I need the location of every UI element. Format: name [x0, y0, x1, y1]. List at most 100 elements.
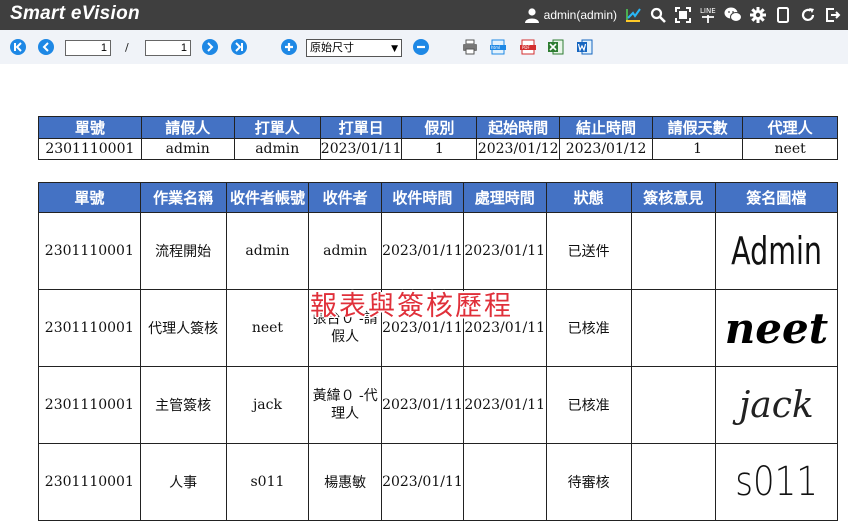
first-page-icon[interactable]	[10, 39, 26, 55]
svg-text:LINE: LINE	[700, 7, 716, 15]
word-icon[interactable]	[577, 39, 593, 55]
table-cell: 2301110001	[38, 212, 141, 290]
app-title: Smart eVision	[10, 3, 140, 24]
col-header: 單號	[38, 182, 141, 213]
col-header: 處理時間	[462, 182, 547, 213]
col-header: 請假天數	[651, 116, 744, 139]
history-table: 單號 作業名稱 收件者帳號 收件者 收件時間 處理時間 狀態 簽核意見 簽名圖檔 2301110…	[38, 182, 839, 521]
table-cell: admin	[308, 212, 383, 290]
col-header: 假別	[401, 116, 478, 139]
prev-page-icon[interactable]	[38, 39, 54, 55]
table-row: 2301110001 人事 s011 楊惠敏 2023/01/11 待審核 s011	[38, 443, 839, 521]
table-cell: 已核准	[545, 366, 632, 444]
col-header: 簽核意見	[630, 182, 716, 213]
table-cell: jack	[225, 366, 310, 444]
total-pages-field: 1	[145, 40, 191, 56]
signature-image: neet	[724, 303, 829, 353]
refresh-icon[interactable]	[799, 6, 817, 24]
signature-image: jack	[739, 384, 814, 426]
table-cell	[630, 212, 716, 290]
next-page-icon[interactable]	[202, 39, 218, 55]
signature-cell: neet	[714, 289, 839, 367]
zoom-value: 原始尺寸	[310, 41, 354, 54]
table-cell: 2023/01/11	[462, 212, 547, 290]
col-header: 請假人	[140, 116, 235, 139]
search-icon[interactable]	[649, 6, 667, 24]
wechat-icon[interactable]	[724, 6, 742, 24]
col-header: 結止時間	[559, 116, 653, 139]
col-header: 打單人	[233, 116, 321, 139]
chart-icon[interactable]	[624, 6, 642, 24]
col-header: 收件者	[308, 182, 383, 213]
signature-cell: s011	[714, 443, 839, 521]
svg-text:PDF: PDF	[522, 45, 530, 50]
table-cell: 2023/01/11	[381, 212, 464, 290]
col-header: 單號	[38, 116, 142, 139]
table-cell: 人事	[139, 443, 227, 521]
table-cell: 楊惠敏	[308, 443, 383, 521]
user-icon	[524, 8, 539, 23]
col-header: 收件者帳號	[225, 182, 310, 213]
overlay-caption: 報表與簽核歷程	[310, 291, 513, 322]
col-header: 打單日	[319, 116, 403, 139]
table-cell: 已送件	[545, 212, 632, 290]
table-cell: 2301110001	[38, 443, 141, 521]
top-icons: admin(admin) LINE	[524, 4, 842, 26]
signature-image: s011	[735, 459, 818, 505]
chevron-down-icon: ▼	[391, 44, 398, 54]
table-cell: s011	[225, 443, 310, 521]
table-cell: 黃緯０ -代理人	[308, 366, 383, 444]
table-cell: 流程開始	[139, 212, 227, 290]
line-icon[interactable]: LINE	[699, 6, 717, 24]
table-cell	[630, 443, 716, 521]
table-cell: 代理人簽核	[139, 289, 227, 367]
col-header: 代理人	[742, 116, 838, 139]
zoom-select[interactable]: 原始尺寸 ▼	[306, 39, 402, 57]
table-row: 2301110001 流程開始 admin admin 2023/01/11 2023/0…	[38, 212, 839, 290]
table-cell: admin	[225, 212, 310, 290]
current-page-input[interactable]: 1	[65, 40, 111, 56]
table-cell: 2023/01/12	[559, 138, 653, 160]
signature-cell: jack	[714, 366, 839, 444]
table-cell: admin	[233, 138, 321, 160]
table-cell: 2301110001	[38, 289, 141, 367]
summary-header-row: 單號 請假人 打單人 打單日 假別 起始時間 結止時間 請假天數 代理人	[38, 116, 838, 139]
table-cell: 2023/01/11	[319, 138, 403, 160]
table-cell: 1	[401, 138, 478, 160]
table-cell: 2023/01/11	[381, 443, 464, 521]
svg-text:html: html	[491, 45, 500, 50]
table-cell: 1	[651, 138, 744, 160]
table-cell: 已核准	[545, 289, 632, 367]
table-cell: 2023/01/11	[462, 366, 547, 444]
pdf-icon[interactable]: PDF	[520, 39, 536, 55]
col-header: 收件時間	[381, 182, 464, 213]
user-menu[interactable]: admin(admin)	[524, 7, 617, 23]
table-row: 2301110001 admin admin 2023/01/11 1 2023/01/1…	[38, 138, 838, 160]
zoom-out-icon[interactable]	[413, 39, 429, 55]
report-toolbar: 1 / 1 原始尺寸 ▼ html PDF	[0, 30, 848, 65]
html-icon[interactable]: html	[490, 39, 506, 55]
excel-icon[interactable]	[548, 39, 564, 55]
table-cell: 2301110001	[38, 366, 141, 444]
fullscreen-icon[interactable]	[674, 6, 692, 24]
table-cell	[630, 289, 716, 367]
print-icon[interactable]	[462, 39, 478, 55]
logout-icon[interactable]	[824, 6, 842, 24]
table-row: 2301110001 主管簽核 jack 黃緯０ -代理人 2023/01/11 2023…	[38, 366, 839, 444]
mobile-icon[interactable]	[774, 6, 792, 24]
col-header: 狀態	[545, 182, 632, 213]
table-cell: 2301110001	[38, 138, 142, 160]
signature-cell: Admin	[714, 212, 839, 290]
col-header: 簽名圖檔	[714, 182, 839, 213]
last-page-icon[interactable]	[231, 39, 247, 55]
col-header: 作業名稱	[139, 182, 227, 213]
signature-image: Admin	[730, 229, 822, 273]
table-cell: 2023/01/12	[476, 138, 561, 160]
zoom-in-icon[interactable]	[281, 39, 297, 55]
summary-table: 單號 請假人 打單人 打單日 假別 起始時間 結止時間 請假天數 代理人 2301110001 a…	[38, 116, 838, 160]
table-cell: admin	[140, 138, 235, 160]
gear-icon[interactable]	[749, 6, 767, 24]
col-header: 起始時間	[476, 116, 561, 139]
table-cell	[630, 366, 716, 444]
username: admin(admin)	[543, 8, 617, 22]
